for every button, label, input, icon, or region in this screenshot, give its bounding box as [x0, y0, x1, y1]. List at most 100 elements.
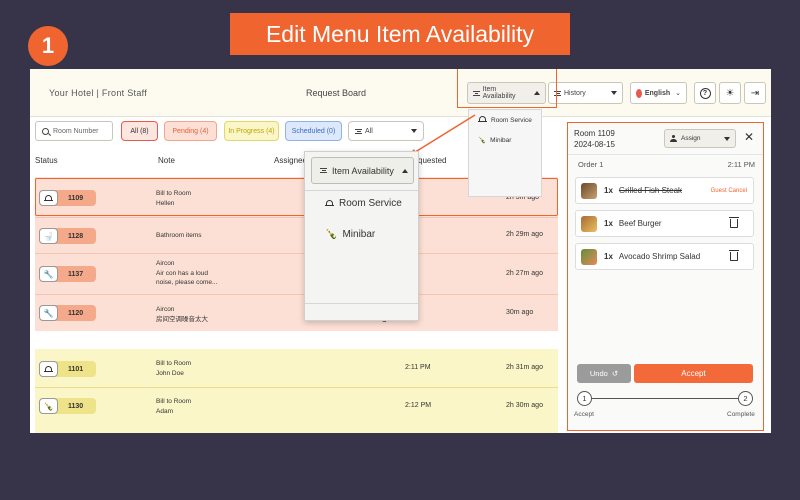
food-thumbnail: [581, 182, 597, 199]
note-line: Hellen: [156, 199, 175, 207]
minibar-icon: 🍾: [39, 398, 58, 414]
order-label: Order 1: [578, 160, 604, 169]
sun-icon: ☀: [725, 87, 735, 99]
menu-item-minibar[interactable]: 🍾 Minibar: [325, 229, 375, 240]
panel-room: Room 1109: [574, 129, 615, 138]
wrench-icon: 🔧: [39, 305, 58, 321]
filter-pending[interactable]: Pending (4): [164, 121, 217, 141]
room-service-icon: [478, 116, 487, 124]
request-note: Aircon Air con has a loud noise, please …: [156, 259, 217, 288]
elapsed-time: 2h 27m ago: [506, 270, 543, 277]
person-icon: [670, 135, 677, 142]
progress-step-1: 1: [577, 391, 592, 406]
note-line: 房间空调噪音太大: [156, 315, 208, 323]
availability-dropdown-preview: Room Service 🍾 Minibar: [468, 109, 542, 197]
order-time: 2:11 PM: [727, 160, 755, 169]
app-screen: Your Hotel | Front Staff Request Board I…: [30, 69, 771, 433]
tutorial-highlight: [457, 69, 557, 108]
column-assigned: Assignee: [274, 156, 307, 165]
room-number: 1137: [68, 270, 84, 278]
tutorial-banner: Edit Menu Item Availability: [230, 13, 570, 55]
wrench-icon: 🔧: [39, 266, 58, 282]
order-item[interactable]: 1x Avocado Shrimp Salad: [575, 243, 754, 270]
room-service-icon: [39, 190, 58, 206]
room-number: 1120: [68, 309, 84, 317]
request-time: 2:12 PM: [405, 402, 432, 409]
note-line: Aircon: [156, 306, 175, 313]
note-line: Aircon: [156, 260, 175, 267]
dropdown-header[interactable]: Item Availability: [311, 157, 414, 184]
room-number: 1130: [68, 402, 84, 410]
caret-up-icon: [401, 168, 408, 173]
room-number: 1101: [68, 365, 84, 373]
step-number-badge: 1: [28, 26, 68, 66]
divider: [568, 154, 763, 155]
column-requested: quested: [418, 156, 447, 165]
filter-all[interactable]: All (8): [121, 121, 158, 141]
order-item[interactable]: 1x Beef Burger: [575, 210, 754, 237]
room-search-input[interactable]: Room Number: [35, 121, 113, 141]
filter-lines-icon: [355, 128, 362, 134]
menu-item-minibar[interactable]: 🍾 Minibar: [469, 130, 541, 150]
food-thumbnail: [581, 215, 597, 232]
panel-date: 2024-08-15: [574, 140, 615, 149]
theme-toggle-button[interactable]: ☀: [719, 82, 741, 104]
panel-room-info: Room 1109 2024-08-15: [574, 128, 615, 150]
elapsed-time: 2h 30m ago: [506, 402, 543, 409]
progress-step-2-label: Complete: [727, 411, 755, 418]
menu-item-label: Minibar: [490, 136, 512, 144]
item-name: Avocado Shrimp Salad: [618, 252, 701, 261]
category-select-label: All: [365, 127, 373, 135]
accept-button[interactable]: Accept: [634, 364, 753, 383]
food-thumbnail: [581, 248, 597, 265]
menu-item-room-service[interactable]: Room Service: [469, 110, 541, 130]
category-select[interactable]: All: [348, 121, 424, 141]
room-badge: 🍾 1130: [39, 398, 96, 414]
table-row[interactable]: 1101 Bill to Room John Doe 2:11 PM 2h 31…: [35, 351, 558, 387]
help-button[interactable]: ?: [694, 82, 716, 104]
assign-label: Assign: [681, 135, 701, 142]
undo-icon: ↺: [611, 369, 619, 378]
language-select[interactable]: English ⌄: [630, 82, 687, 104]
table-row[interactable]: 🔧 1137 Aircon Air con has a loud noise, …: [35, 254, 558, 294]
chevron-down-icon: [611, 91, 617, 95]
trash-icon[interactable]: [729, 217, 739, 228]
note-line: Bill to Room: [156, 190, 192, 197]
undo-button[interactable]: Undo ↺: [577, 364, 631, 383]
divider: [305, 303, 418, 304]
menu-item-label: Room Service: [339, 198, 402, 209]
minibar-icon: 🍾: [478, 137, 487, 144]
column-status: Status: [35, 156, 58, 165]
room-badge: 1109: [39, 190, 96, 206]
note-line: Bill to Room: [156, 398, 192, 405]
progress-step-1-label: Accept: [574, 411, 594, 418]
table-row[interactable]: 🍾 1130 Bill to Room Adam 2:12 PM 2h 30m …: [35, 388, 558, 424]
search-placeholder: Room Number: [53, 127, 99, 135]
top-bar: Your Hotel | Front Staff Request Board I…: [30, 69, 771, 117]
order-detail-panel: Room 1109 2024-08-15 Assign ✕ Order 1 2:…: [567, 122, 764, 431]
filter-in-progress[interactable]: In Progress (4): [224, 121, 279, 141]
menu-item-room-service[interactable]: Room Service: [325, 198, 402, 209]
undo-label: Undo: [589, 369, 608, 378]
search-icon: [42, 127, 49, 135]
assign-select[interactable]: Assign: [664, 129, 736, 148]
note-line: John Doe: [156, 369, 184, 377]
item-availability-dropdown-zoomed: Item Availability Room Service 🍾 Minibar: [304, 151, 419, 321]
logout-icon: ⇥: [750, 87, 760, 99]
request-note: Bill to Room Hellen: [156, 189, 191, 208]
toilet-icon: 🚽: [39, 228, 58, 244]
table-row[interactable]: 🔧 1120 Aircon 房间空调噪音太大 2h 30m ago PM 30m…: [35, 295, 558, 331]
minibar-icon: 🍾: [325, 229, 338, 240]
trash-icon[interactable]: [729, 250, 739, 261]
elapsed-time: 2h 29m ago: [506, 231, 543, 238]
room-number: 1109: [68, 194, 84, 202]
page-title: Request Board: [306, 88, 367, 98]
table-row[interactable]: 🚽 1128 Bathroom items PM 2h 29m ago: [35, 218, 558, 253]
note-line: Bathroom items: [156, 232, 202, 239]
language-label: English: [644, 89, 671, 97]
logout-button[interactable]: ⇥: [744, 82, 766, 104]
close-icon[interactable]: ✕: [744, 130, 754, 144]
history-button[interactable]: History: [548, 82, 623, 104]
filter-scheduled[interactable]: Scheduled (0): [285, 121, 342, 141]
order-item[interactable]: 1x Grilled Fish Steak Guest Cancel: [575, 177, 754, 204]
